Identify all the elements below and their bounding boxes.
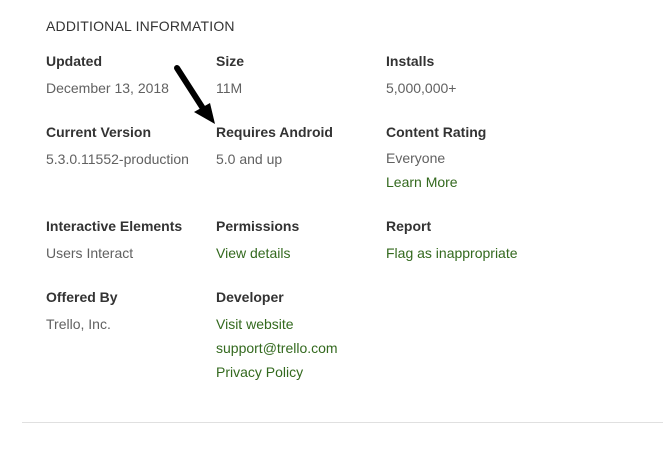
info-cell-installs: Installs 5,000,000+: [386, 52, 554, 97]
offered-by-value: Trello, Inc.: [46, 316, 111, 332]
requires-android-label: Requires Android: [216, 124, 333, 140]
installs-label: Installs: [386, 53, 435, 69]
interactive-elements-label: Interactive Elements: [46, 218, 183, 234]
size-label: Size: [216, 53, 245, 69]
requires-android-value: 5.0 and up: [216, 151, 283, 167]
visit-website-link[interactable]: Visit website: [216, 315, 384, 333]
developer-label: Developer: [216, 289, 284, 305]
offered-by-label: Offered By: [46, 289, 118, 305]
current-version-value: 5.3.0.11552-production: [46, 151, 189, 167]
permissions-label: Permissions: [216, 218, 300, 234]
installs-value: 5,000,000+: [386, 80, 457, 96]
size-value: 11M: [216, 80, 243, 96]
content-rating-label: Content Rating: [386, 124, 487, 140]
info-cell-developer: Developer Visit website support@trello.c…: [216, 288, 384, 381]
section-title: ADDITIONAL INFORMATION: [46, 18, 235, 34]
content-rating-value: Everyone: [386, 150, 446, 166]
privacy-policy-link[interactable]: Privacy Policy: [216, 363, 384, 381]
developer-email-link[interactable]: support@trello.com: [216, 339, 384, 357]
arrow-down-right-icon: [174, 65, 215, 124]
info-cell-size: Size 11M: [216, 52, 384, 97]
info-cell-report: Report Flag as inappropriate: [386, 217, 554, 262]
learn-more-link[interactable]: Learn More: [386, 173, 554, 191]
flag-inappropriate-link[interactable]: Flag as inappropriate: [386, 244, 554, 262]
view-details-link[interactable]: View details: [216, 244, 384, 262]
info-cell-content-rating: Content Rating Everyone Learn More: [386, 123, 554, 191]
section-divider: [22, 422, 663, 423]
interactive-elements-value: Users Interact: [46, 245, 134, 261]
info-cell-interactive-elements: Interactive Elements Users Interact: [46, 217, 214, 262]
info-cell-requires-android: Requires Android 5.0 and up: [216, 123, 384, 168]
report-label: Report: [386, 218, 432, 234]
info-cell-permissions: Permissions View details: [216, 217, 384, 262]
info-cell-offered-by: Offered By Trello, Inc.: [46, 288, 214, 333]
